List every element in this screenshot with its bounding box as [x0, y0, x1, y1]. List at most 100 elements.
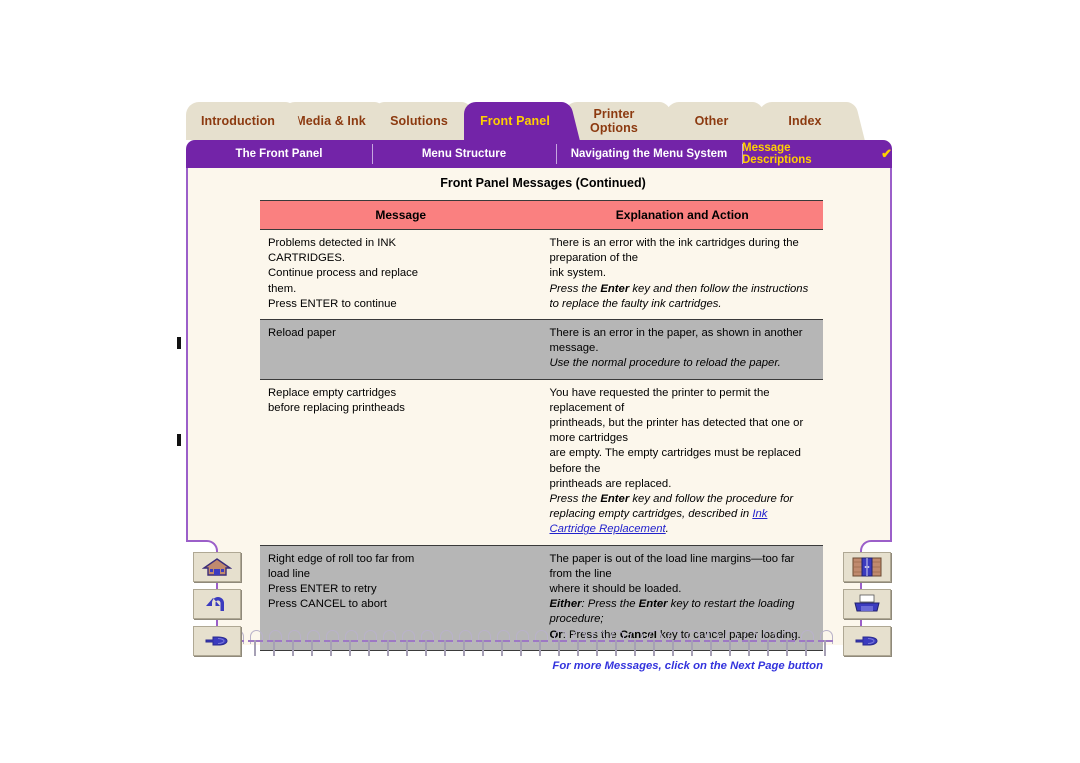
spiral-coil: [418, 630, 437, 660]
spiral-coil: [798, 630, 817, 660]
main-tab-label: Media & Ink: [295, 113, 366, 128]
explanation-line: printheads are replaced.: [549, 477, 672, 490]
main-tab-label: Printer Options: [590, 107, 638, 135]
action-text-before: Press the: [549, 493, 601, 506]
explanation-action-line: Use the normal procedure to reload the p…: [550, 356, 816, 371]
table-body: Problems detected in INK CARTRIDGES. Conti…: [260, 229, 823, 651]
spiral-coil: [646, 630, 665, 660]
explanation-line: There is an error in the paper, as shown…: [549, 327, 803, 355]
change-bar: [177, 337, 181, 349]
pointing-hand-icon: [852, 631, 882, 651]
spiral-coil: [380, 630, 399, 660]
action-key-name: Enter: [600, 282, 630, 295]
main-tab-front-panel[interactable]: Front Panel: [464, 102, 566, 140]
spiral-coil: [304, 630, 323, 660]
spiral-coil: [741, 630, 760, 660]
message-line: Press ENTER to retry: [268, 583, 377, 596]
action-text-before: Press the: [549, 282, 601, 295]
action-key-name: Enter: [600, 493, 630, 506]
print-button[interactable]: [843, 589, 891, 619]
spiral-coil: [475, 630, 494, 660]
main-tab-label: Solutions: [390, 113, 448, 128]
message-line: Problems detected in INK: [268, 237, 397, 249]
bookshelf-icon: [852, 557, 882, 577]
message-line: before replacing printheads: [268, 401, 405, 414]
spiral-coil: [817, 630, 836, 660]
sub-nav-item-menu-structure[interactable]: Menu Structure: [372, 140, 556, 168]
table-row: Replace empty cartridges before replacing…: [260, 379, 823, 546]
front-panel-messages-table: Message Explanation and Action Problems …: [260, 200, 823, 651]
message-line: Reload paper: [268, 327, 336, 340]
action-text-tail: .: [665, 523, 669, 536]
spiral-coil: [570, 630, 589, 660]
page-title: Front Panel Messages (Continued): [440, 176, 646, 190]
spiral-coil: [589, 630, 608, 660]
either-key-name: Enter: [638, 598, 668, 611]
sub-nav-label: Navigating the Menu System: [570, 148, 728, 160]
sub-nav-item-message-descriptions[interactable]: Message Descriptions ✔: [742, 140, 892, 168]
section-sub-nav: The Front Panel Menu Structure Navigating …: [186, 140, 892, 168]
sub-nav-item-the-front-panel[interactable]: The Front Panel: [186, 140, 372, 168]
spiral-coil: [760, 630, 779, 660]
spiral-coil: [323, 630, 342, 660]
change-bar: [177, 434, 181, 446]
table-row: Problems detected in INK CARTRIDGES. Conti…: [260, 229, 823, 321]
spiral-coil: [342, 630, 361, 660]
sub-nav-label: The Front Panel: [235, 148, 323, 160]
spiral-coil: [722, 630, 741, 660]
explanation-line: ink system.: [549, 267, 607, 280]
message-line: Press ENTER to continue: [268, 297, 397, 310]
either-text-a: : Press the: [581, 598, 639, 611]
explanation-line: The paper is out of the load line margin…: [549, 552, 795, 580]
printer-icon: [852, 594, 882, 614]
explanation-line: There is an error with the ink cartridge…: [549, 237, 799, 265]
main-tab-bar: Introduction Media & Ink Solutions Front Pa…: [186, 102, 896, 140]
table-header-row: Message Explanation and Action: [260, 200, 823, 230]
spiral-coil: [551, 630, 570, 660]
explanation-line: where it should be loaded.: [549, 583, 682, 596]
forward-button[interactable]: [843, 626, 891, 656]
explanation-action-line: Press the Enter key and follow the proce…: [550, 492, 816, 538]
sub-nav-item-navigating-the-menu-system[interactable]: Navigating the Menu System: [556, 140, 742, 168]
page-root: Introduction Media & Ink Solutions Front Pa…: [0, 0, 1080, 763]
explanation-action-line: Press the Enter key and then follow the …: [550, 282, 816, 312]
message-line: CARTRIDGES.: [268, 252, 345, 265]
document-content: Front Panel Messages (Continued) Message…: [260, 172, 826, 672]
column-header-explanation: Explanation and Action: [541, 200, 823, 230]
main-tab-index[interactable]: Index: [759, 102, 851, 140]
spiral-coil: [361, 630, 380, 660]
main-tab-printer-options[interactable]: Printer Options: [564, 102, 664, 140]
bookshelf-button[interactable]: [843, 552, 891, 582]
back-arrow-icon: [202, 594, 232, 614]
spiral-coil: [703, 630, 722, 660]
explanation-line: You have requested the printer to permit…: [549, 386, 770, 414]
spiral-coil: [456, 630, 475, 660]
main-tab-label: Front Panel: [480, 113, 550, 128]
spiral-coil: [608, 630, 627, 660]
spiral-coil: [513, 630, 532, 660]
spiral-coil: [665, 630, 684, 660]
main-tab-label: Introduction: [200, 113, 276, 128]
message-line: them.: [268, 282, 297, 295]
back-button[interactable]: [193, 589, 241, 619]
sub-nav-label: Menu Structure: [421, 148, 507, 160]
spiral-coil: [627, 630, 646, 660]
spiral-coil: [437, 630, 456, 660]
pointing-hand-icon: [202, 631, 232, 651]
message-line: Replace empty cartridges: [268, 386, 397, 399]
next-page-button[interactable]: [193, 626, 241, 656]
table-row: Reload paper There is an error in the pap…: [260, 319, 823, 380]
spiral-coil: [266, 630, 285, 660]
message-line: load line: [268, 567, 311, 580]
sub-nav-label: Message Descriptions: [742, 142, 812, 166]
home-button[interactable]: [193, 552, 241, 582]
cell-explanation: You have requested the printer to permit…: [541, 379, 823, 546]
spiral-coil: [399, 630, 418, 660]
action-text-before: Use the normal procedure to reload the p…: [549, 357, 781, 370]
spiral-coil: [247, 630, 266, 660]
spiral-coil: [779, 630, 798, 660]
message-line: Press CANCEL to abort: [268, 598, 387, 611]
main-tab-introduction[interactable]: Introduction: [186, 102, 290, 140]
main-tab-other[interactable]: Other: [666, 102, 757, 140]
spiral-coil: [494, 630, 513, 660]
